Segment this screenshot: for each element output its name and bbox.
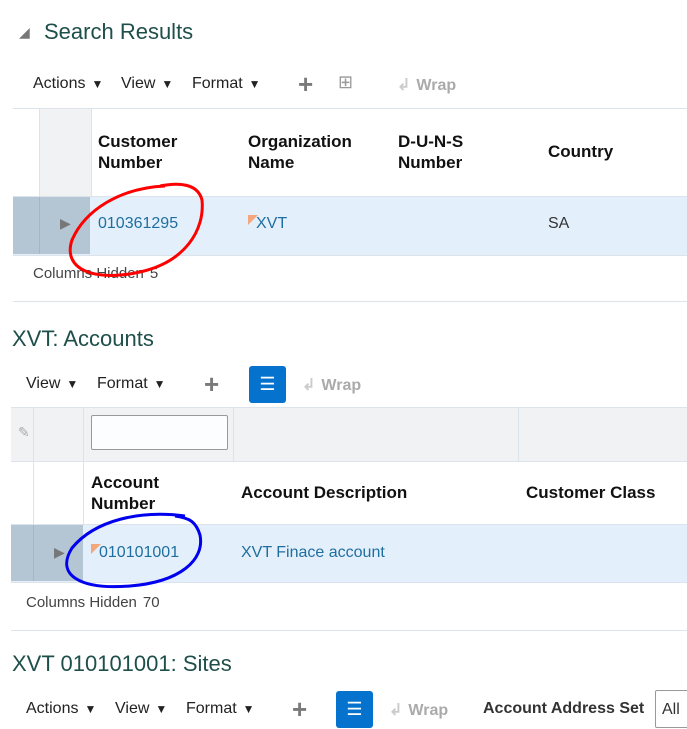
- annotation-layer: [65, 182, 204, 589]
- blue-circle-annotation: [65, 512, 203, 589]
- red-circle-annotation: [68, 182, 204, 277]
